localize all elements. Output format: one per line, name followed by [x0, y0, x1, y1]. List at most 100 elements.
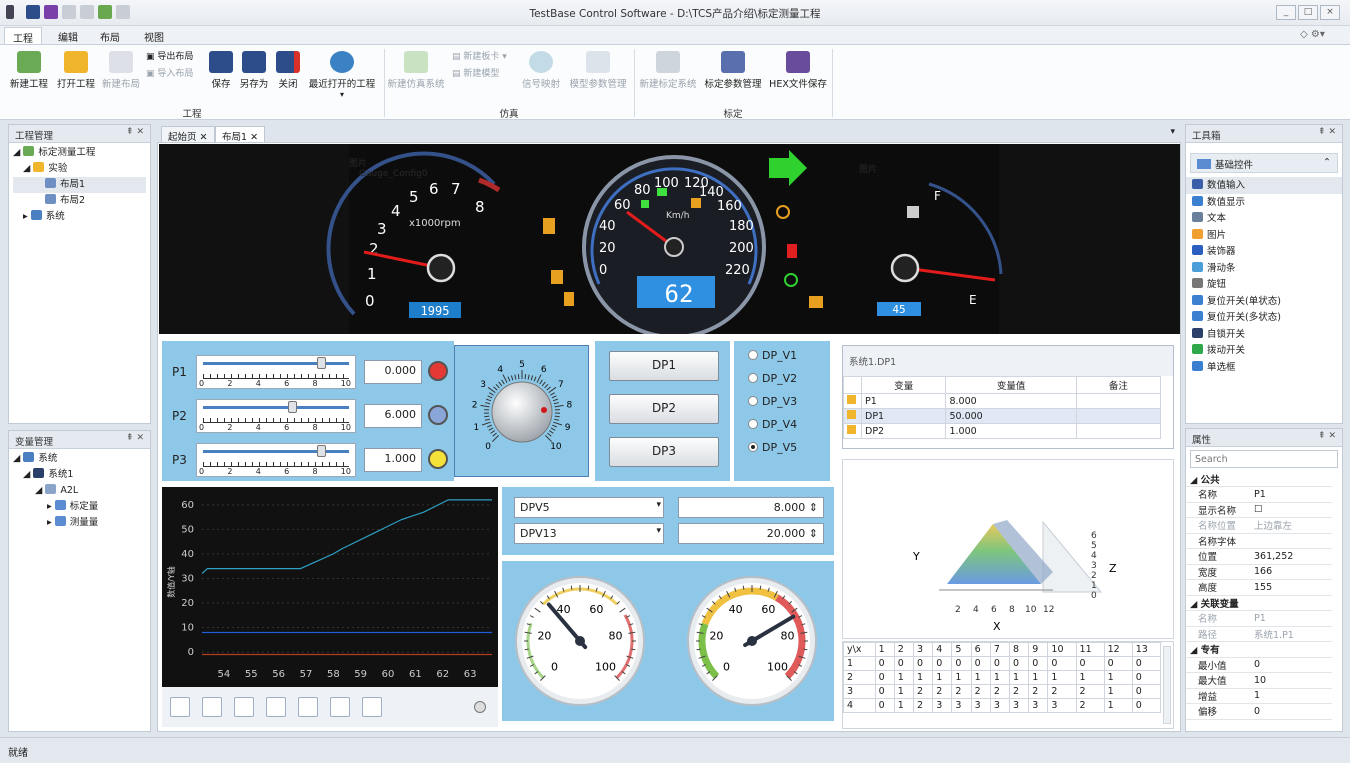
- map-cell[interactable]: 3: [1009, 698, 1030, 713]
- map-cell[interactable]: 1: [989, 670, 1011, 685]
- tree-item-a2l[interactable]: ◢ A2L: [13, 483, 146, 499]
- image-icon[interactable]: [266, 697, 286, 717]
- toolbox-item[interactable]: 图片: [1186, 227, 1342, 244]
- property-row[interactable]: 增益 1: [1186, 688, 1332, 704]
- property-value[interactable]: 166: [1250, 564, 1332, 580]
- toolbox-item[interactable]: 复位开关(单状态): [1186, 293, 1342, 310]
- map-cell[interactable]: 1: [893, 698, 915, 713]
- tab-edit[interactable]: 编辑: [50, 27, 86, 45]
- property-value[interactable]: ☐: [1250, 502, 1332, 518]
- hex-save-button[interactable]: HEX文件保存: [766, 51, 830, 90]
- pin-close-icon[interactable]: ⇞ ✕: [1318, 127, 1336, 137]
- tree-item-system[interactable]: ▸ 系统: [13, 209, 146, 225]
- map-cell[interactable]: 0: [1075, 656, 1105, 671]
- dp1-button[interactable]: DP1: [609, 351, 719, 381]
- property-row[interactable]: 最小值 0: [1186, 657, 1332, 673]
- new-project-button[interactable]: 新建工程: [8, 51, 50, 90]
- signal-map-button[interactable]: 信号映射: [520, 51, 562, 90]
- map-cell[interactable]: 2: [1047, 684, 1077, 699]
- map-cell[interactable]: 3: [1047, 698, 1077, 713]
- map-cell[interactable]: 0: [1131, 656, 1162, 671]
- fit-icon[interactable]: [362, 697, 382, 717]
- maximize-button[interactable]: □: [1298, 5, 1318, 20]
- map-cell[interactable]: 1: [951, 670, 972, 685]
- map-cell[interactable]: 0: [951, 656, 972, 671]
- tree-item-system[interactable]: ◢ 系统: [13, 451, 146, 467]
- cell[interactable]: [1075, 393, 1162, 409]
- property-row[interactable]: 名称字体: [1186, 533, 1332, 549]
- close-window-button[interactable]: ×: [1320, 5, 1340, 20]
- map-cell[interactable]: 2: [1009, 684, 1030, 699]
- cell[interactable]: [1075, 423, 1162, 439]
- map-cell[interactable]: 0: [874, 684, 895, 699]
- map-cell[interactable]: 0: [1131, 670, 1162, 685]
- property-value[interactable]: [1250, 533, 1332, 549]
- toolbox-item[interactable]: 单选框: [1186, 359, 1342, 376]
- map-cell[interactable]: 0: [893, 656, 915, 671]
- tab-layout1[interactable]: 布局1 ✕: [215, 126, 266, 143]
- map-cell[interactable]: 3: [932, 698, 953, 713]
- toolbox-item[interactable]: 数值显示: [1186, 194, 1342, 211]
- map-cell[interactable]: 3: [970, 698, 991, 713]
- property-value[interactable]: 1: [1250, 688, 1332, 704]
- toolbox-item[interactable]: 旋钮: [1186, 276, 1342, 293]
- save-as-button[interactable]: 另存为: [236, 51, 272, 90]
- cal-params-button[interactable]: 标定参数管理: [702, 51, 764, 90]
- ribbon-options-icon[interactable]: ◇ ⚙▾: [1300, 29, 1325, 40]
- property-row[interactable]: 位置 361,252: [1186, 548, 1332, 565]
- radio-dp-v2[interactable]: DP_V2: [748, 372, 797, 385]
- zoom-icon[interactable]: [298, 697, 318, 717]
- knob-svg[interactable]: 012345678910: [455, 346, 590, 478]
- play-icon[interactable]: [170, 697, 190, 717]
- map-cell[interactable]: 0: [1028, 656, 1049, 671]
- property-category[interactable]: ◢ 专有: [1186, 641, 1332, 658]
- slider-value[interactable]: 0.000: [364, 360, 422, 384]
- map-cell[interactable]: 3: [989, 698, 1011, 713]
- map-cell[interactable]: 3: [951, 698, 972, 713]
- radio-dp-v3[interactable]: DP_V3: [748, 395, 797, 408]
- eye-icon[interactable]: [234, 697, 254, 717]
- property-category[interactable]: ◢ 公共: [1186, 471, 1332, 487]
- dp2-button[interactable]: DP2: [609, 394, 719, 424]
- tree-item-layout1[interactable]: 布局1: [13, 177, 146, 193]
- property-value[interactable]: P1: [1250, 486, 1332, 503]
- tree-item-project[interactable]: ◢ 标定测量工程: [13, 145, 146, 161]
- radio-dp-v4[interactable]: DP_V4: [748, 418, 797, 431]
- cell[interactable]: 8.000: [945, 393, 1077, 409]
- pin-close-icon[interactable]: ⇞ ✕: [126, 127, 144, 137]
- recent-projects-button[interactable]: 最近打开的工程 ▾: [304, 51, 380, 99]
- toolbox-item[interactable]: 数值输入: [1186, 177, 1342, 194]
- map-cell[interactable]: 1: [970, 670, 991, 685]
- close-project-button[interactable]: 关闭: [274, 51, 302, 90]
- value-input-dpv13[interactable]: 20.000 ⇕: [678, 523, 824, 544]
- import-layout-button[interactable]: ▣ 导入布局: [146, 66, 193, 79]
- slider-track[interactable]: 0 2 4 6 8 10: [196, 399, 356, 433]
- table-row[interactable]: DP2 1.000: [843, 423, 1162, 439]
- map-cell[interactable]: 0: [874, 656, 895, 671]
- new-board-button[interactable]: ▤ 新建板卡 ▾: [452, 49, 507, 62]
- map-cell[interactable]: 2: [1075, 698, 1105, 713]
- toolbox-item[interactable]: 自锁开关: [1186, 326, 1342, 343]
- map-cell[interactable]: 0: [1103, 656, 1133, 671]
- property-value[interactable]: 上边靠左: [1250, 517, 1332, 534]
- cell[interactable]: 50.000: [945, 408, 1077, 424]
- map-cell[interactable]: 1: [1075, 670, 1105, 685]
- map-cell[interactable]: 2: [912, 684, 934, 699]
- map-cell[interactable]: 0: [1047, 656, 1077, 671]
- tab-view[interactable]: 视图: [136, 27, 172, 45]
- property-value[interactable]: 361,252: [1250, 548, 1332, 565]
- new-layout-button[interactable]: 新建布局: [100, 51, 142, 90]
- map-cell[interactable]: 2: [989, 684, 1011, 699]
- table-row[interactable]: P1 8.000: [843, 393, 1162, 409]
- map-cell[interactable]: 2: [1075, 684, 1105, 699]
- radio-dp-v1[interactable]: DP_V1: [748, 349, 797, 362]
- map-cell[interactable]: 1: [893, 684, 915, 699]
- cell[interactable]: [1075, 408, 1162, 424]
- property-value[interactable]: P1: [1250, 610, 1332, 627]
- dp3-button[interactable]: DP3: [609, 437, 719, 467]
- property-value[interactable]: 系统1.P1: [1250, 626, 1332, 642]
- property-row[interactable]: 名称 P1: [1186, 610, 1332, 627]
- slider-thumb[interactable]: [288, 401, 298, 413]
- tree-item-experiment[interactable]: ◢ 实验: [13, 161, 146, 177]
- slider-value[interactable]: 1.000: [364, 448, 422, 472]
